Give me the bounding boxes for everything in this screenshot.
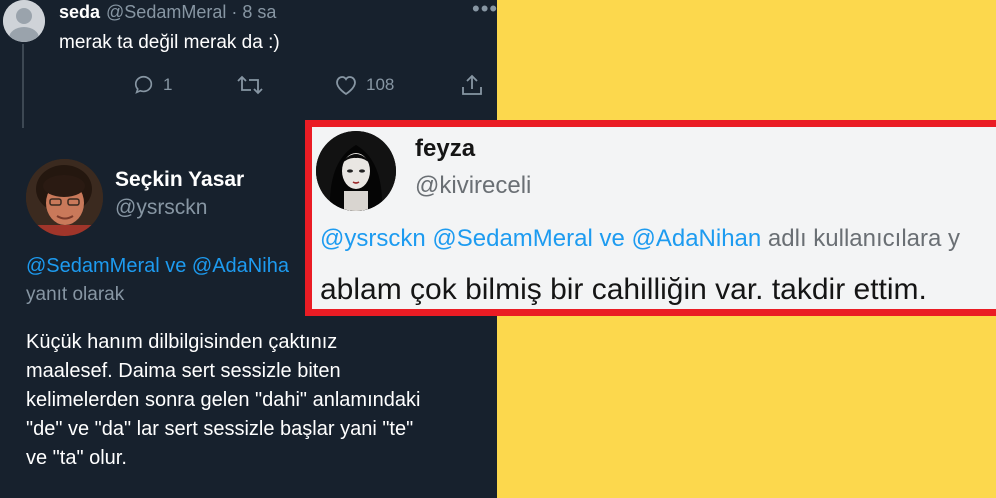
avatar-seckin[interactable] bbox=[26, 159, 103, 236]
reply-context: @ysrsckn @SedamMeral ve @AdaNihan adlı k… bbox=[320, 225, 960, 253]
reply-button[interactable]: 1 bbox=[133, 72, 172, 98]
tweet-text-line: ve "ta" olur. bbox=[26, 447, 127, 469]
profile-photo-icon bbox=[26, 159, 103, 236]
more-icon[interactable]: ••• bbox=[472, 0, 497, 22]
tweet-text: Küçük hanım dilbilgisinden çaktınız maal… bbox=[26, 328, 486, 473]
retweet-icon bbox=[237, 75, 263, 95]
reply-mentions[interactable]: @SedamMeral ve @AdaNiha bbox=[26, 255, 289, 278]
like-icon bbox=[336, 76, 356, 96]
reply-label: yanıt olarak bbox=[26, 284, 125, 305]
avatar-feyza[interactable] bbox=[316, 131, 396, 211]
share-button[interactable] bbox=[460, 72, 484, 98]
share-icon bbox=[462, 74, 482, 95]
retweet-button[interactable] bbox=[236, 72, 264, 98]
tweet-text-line: kelimelerden sonra gelen "dahi" anlamınd… bbox=[26, 389, 421, 411]
default-profile-icon bbox=[3, 0, 45, 42]
tweet-time[interactable]: · 8 sa bbox=[231, 2, 276, 22]
author-name[interactable]: Seçkin Yasar bbox=[115, 168, 244, 192]
tweet-text-line: maalesef. Daima sert sessizle biten bbox=[26, 360, 341, 382]
author-name[interactable]: seda bbox=[59, 2, 100, 22]
avatar-default[interactable] bbox=[3, 0, 45, 42]
like-button[interactable]: 108 bbox=[334, 72, 394, 98]
tweet-seda[interactable]: seda @SedamMeral · 8 sa ••• merak ta deği… bbox=[0, 0, 497, 128]
reply-mentions[interactable]: @ysrsckn @SedamMeral ve @AdaNihan bbox=[320, 225, 761, 252]
tweet-text: ablam çok bilmiş bir cahilliğin var. tak… bbox=[320, 273, 927, 306]
tweet-header: seda @SedamMeral · 8 sa bbox=[59, 2, 276, 23]
reply-count: 1 bbox=[163, 75, 173, 94]
tweet-text-line: Küçük hanım dilbilgisinden çaktınız bbox=[26, 331, 338, 353]
thread-line bbox=[22, 44, 24, 128]
profile-illustration-icon bbox=[316, 131, 396, 211]
tweet-text-line: "de" ve "da" lar sert sessizle başlar ya… bbox=[26, 418, 414, 440]
author-handle[interactable]: @ysrsckn bbox=[115, 196, 208, 220]
like-count: 108 bbox=[366, 75, 395, 94]
tweet-feyza[interactable]: feyza @kivireceli @ysrsckn @SedamMeral v… bbox=[305, 120, 996, 316]
author-name[interactable]: feyza bbox=[415, 135, 475, 163]
author-handle[interactable]: @SedamMeral bbox=[106, 2, 226, 22]
reply-suffix: adlı kullanıcılara y bbox=[767, 225, 961, 252]
reply-icon bbox=[134, 75, 153, 94]
tweet-text: merak ta değil merak da :) bbox=[59, 32, 280, 53]
author-handle[interactable]: @kivireceli bbox=[415, 172, 531, 200]
